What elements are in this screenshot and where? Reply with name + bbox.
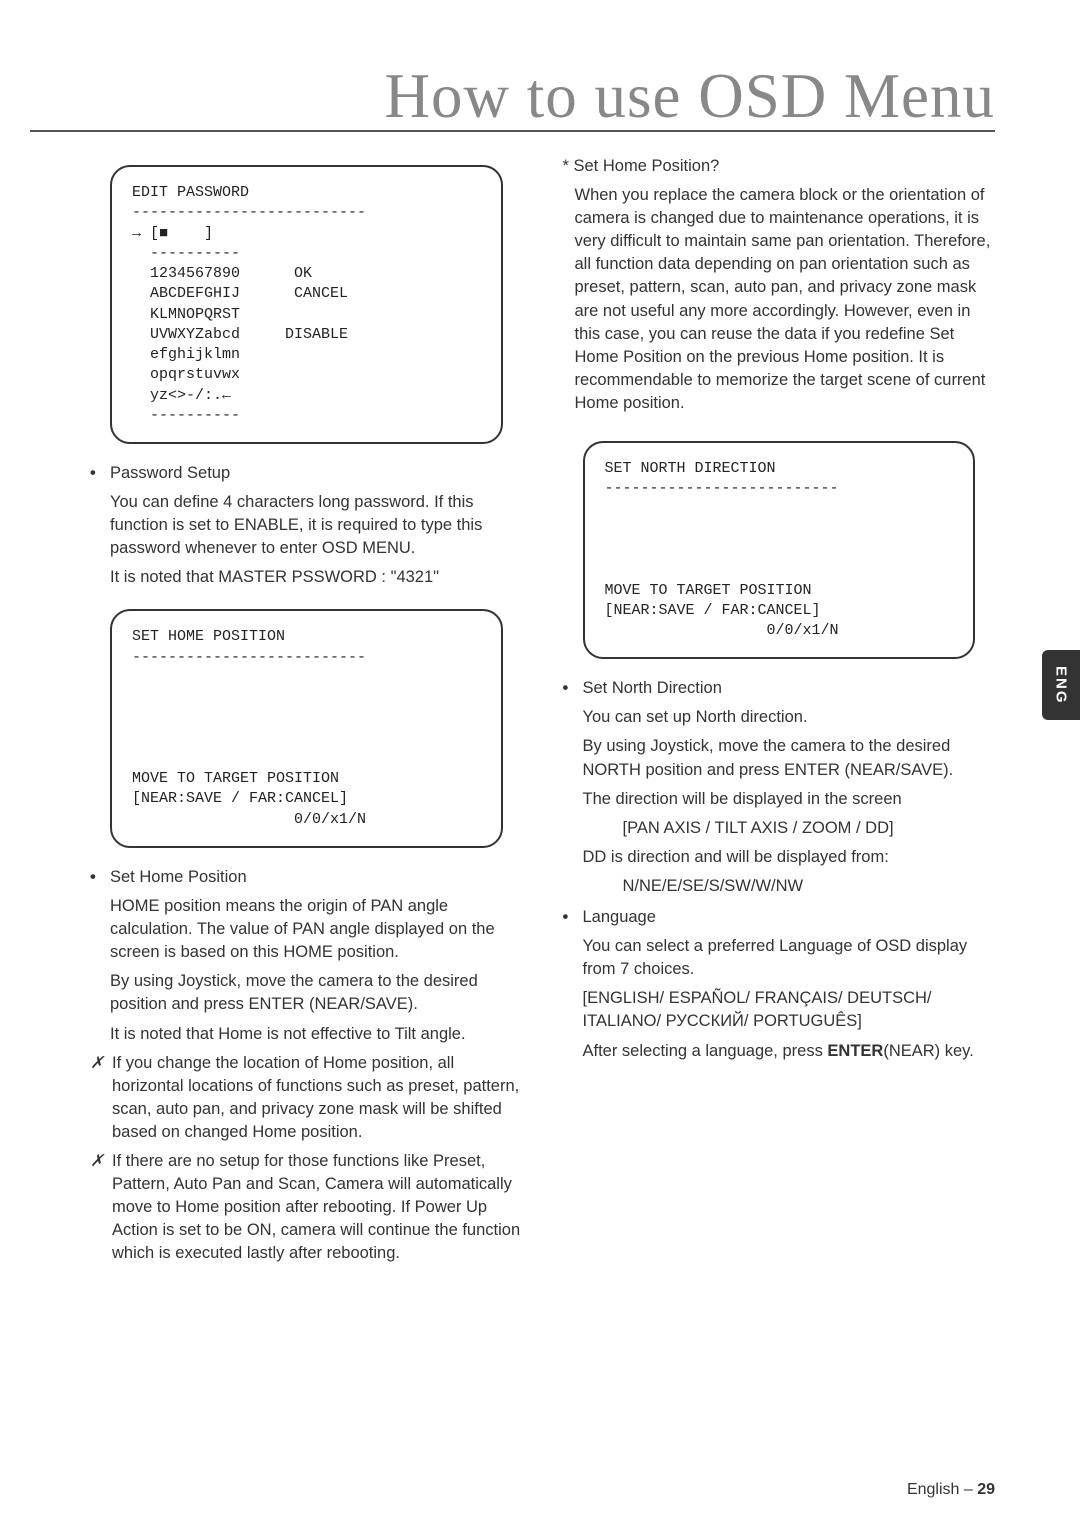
paragraph-indent: N/NE/E/SE/S/SW/W/NW [623, 875, 996, 898]
note-item: ✗ If you change the location of Home pos… [90, 1052, 523, 1144]
bullet-set-home-position: • Set Home Position [90, 866, 523, 889]
bullet-title: Set North Direction [583, 677, 996, 700]
paragraph: DD is direction and will be displayed fr… [583, 846, 996, 869]
paragraph: HOME position means the origin of PAN an… [110, 895, 523, 964]
text-part: (NEAR) key. [883, 1042, 973, 1060]
paragraph: When you replace the camera block or the… [575, 184, 996, 415]
star-heading: * Set Home Position? [563, 155, 996, 178]
left-column: EDIT PASSWORD --------------------------… [90, 155, 523, 1271]
check-icon: ✗ [90, 1052, 112, 1144]
bullet-dot-icon: • [563, 677, 583, 700]
text-part: After selecting a language, press [583, 1042, 828, 1060]
bullet-set-north-direction: • Set North Direction [563, 677, 996, 700]
paragraph: The direction will be displayed in the s… [583, 788, 996, 811]
note-text: If you change the location of Home posit… [112, 1052, 523, 1144]
paragraph: It is noted that MASTER PSSWORD : "4321" [110, 566, 523, 589]
paragraph: It is noted that Home is not effective t… [110, 1023, 523, 1046]
paragraph-indent: [PAN AXIS / TILT AXIS / ZOOM / DD] [623, 817, 996, 840]
bullet-language: • Language [563, 906, 996, 929]
paragraph: By using Joystick, move the camera to th… [110, 970, 523, 1016]
bullet-title: Set Home Position [110, 866, 523, 889]
title-underline [30, 130, 995, 132]
osd-set-north-direction: SET NORTH DIRECTION --------------------… [583, 441, 976, 659]
page-number: 29 [977, 1481, 995, 1498]
paragraph: After selecting a language, press ENTER(… [583, 1040, 996, 1063]
bullet-password-setup: • Password Setup [90, 462, 523, 485]
page-title: How to use OSD Menu [385, 60, 996, 133]
bullet-title: Password Setup [110, 462, 523, 485]
footer-label: English – [907, 1481, 977, 1498]
right-column: * Set Home Position? When you replace th… [563, 155, 996, 1271]
enter-key-bold: ENTER [827, 1042, 883, 1060]
check-icon: ✗ [90, 1150, 112, 1265]
paragraph: You can select a preferred Language of O… [583, 935, 996, 981]
note-item: ✗ If there are no setup for those functi… [90, 1150, 523, 1265]
paragraph: You can set up North direction. [583, 706, 996, 729]
bullet-dot-icon: • [90, 866, 110, 889]
paragraph: By using Joystick, move the camera to th… [583, 735, 996, 781]
note-text: If there are no setup for those function… [112, 1150, 523, 1265]
osd-edit-password: EDIT PASSWORD --------------------------… [110, 165, 503, 444]
bullet-title: Language [583, 906, 996, 929]
paragraph: [ENGLISH/ ESPAÑOL/ FRANÇAIS/ DEUTSCH/ IT… [583, 987, 996, 1033]
bullet-dot-icon: • [90, 462, 110, 485]
page-footer: English – 29 [907, 1481, 995, 1499]
paragraph: You can define 4 characters long passwor… [110, 491, 523, 560]
language-tab: ENG [1042, 650, 1080, 720]
bullet-dot-icon: • [563, 906, 583, 929]
osd-set-home-position: SET HOME POSITION ----------------------… [110, 609, 503, 848]
content-area: EDIT PASSWORD --------------------------… [90, 155, 995, 1271]
